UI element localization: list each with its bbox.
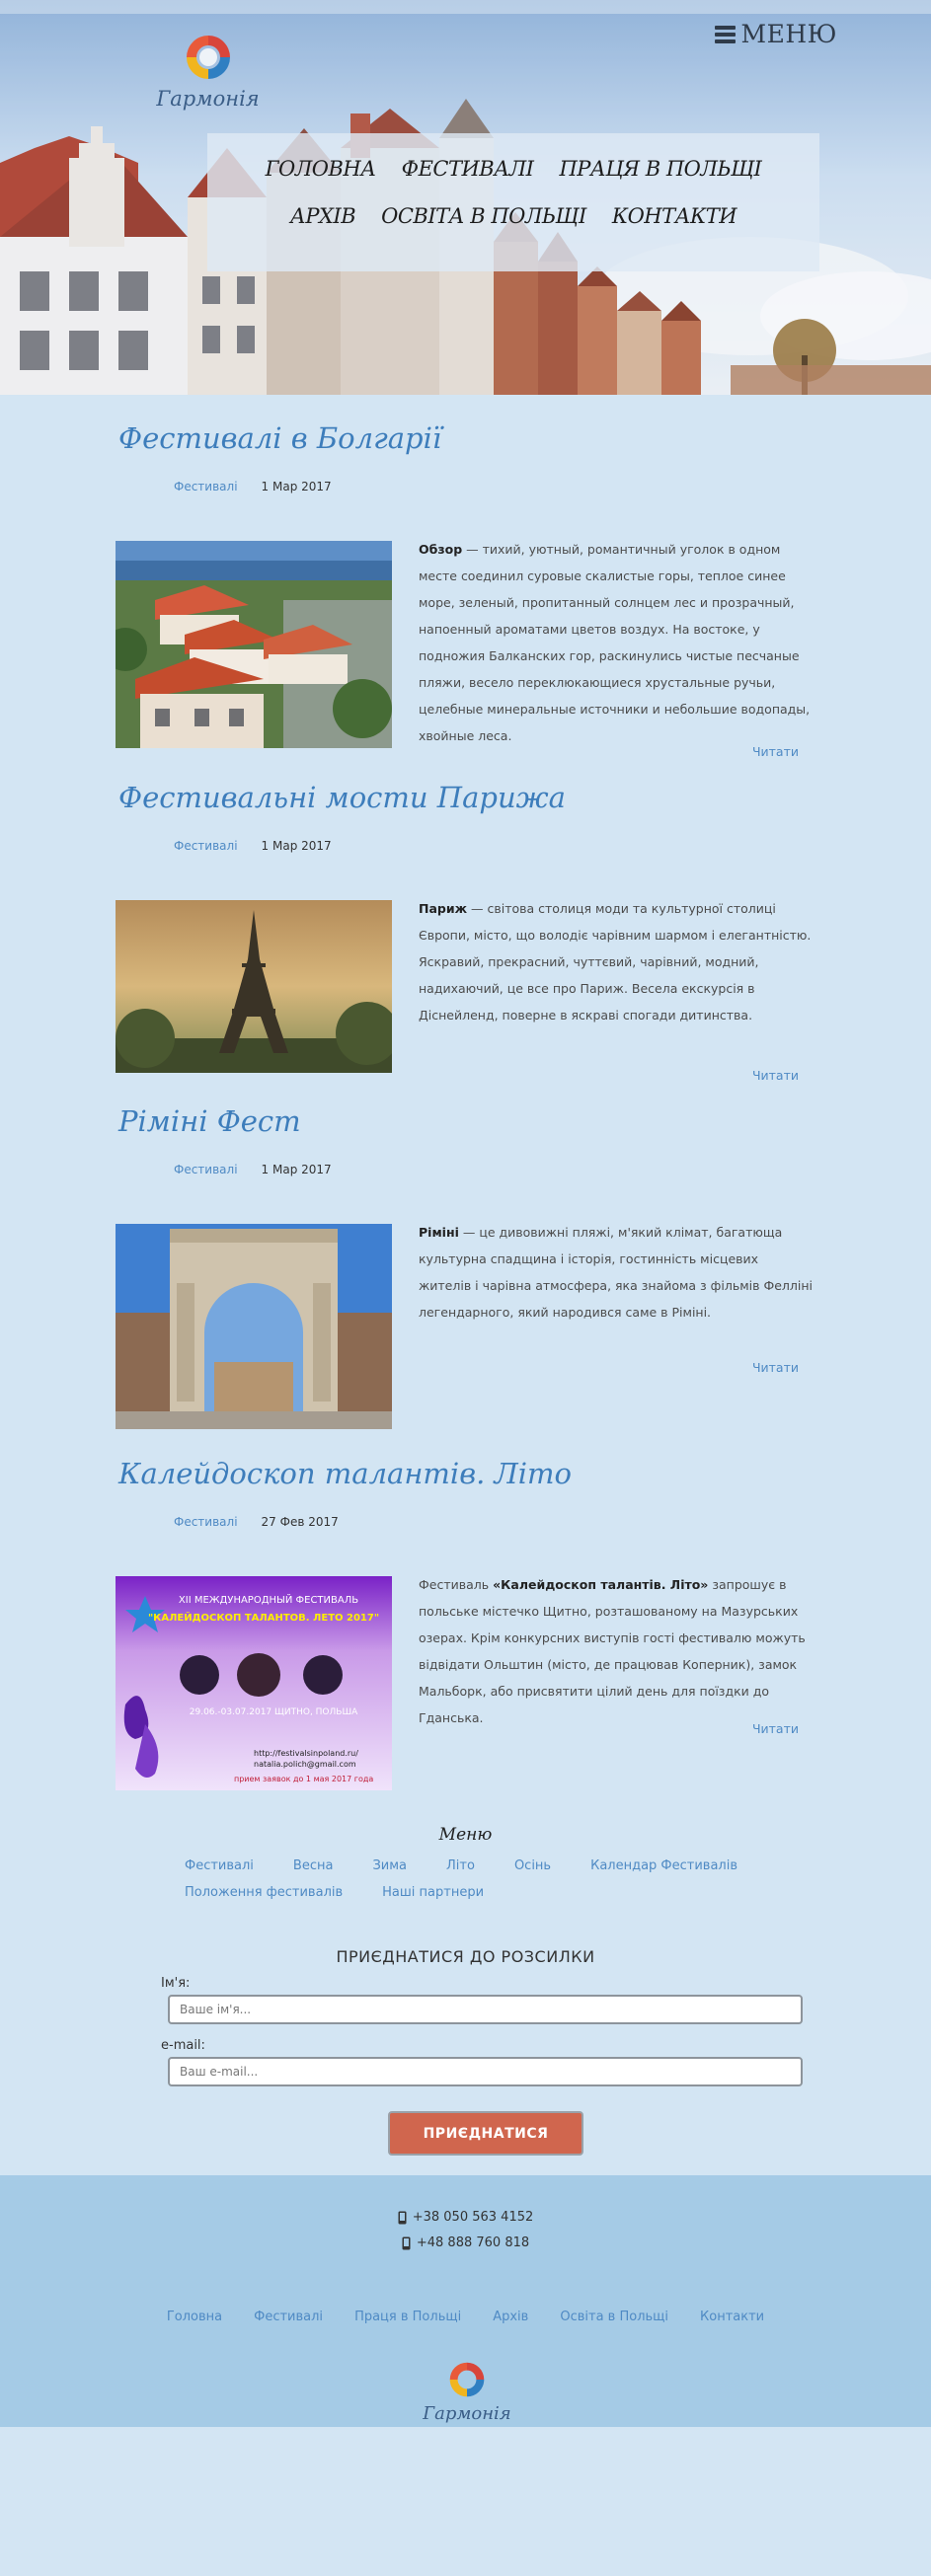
post-rimini: Ріміні Фест Фестивалі 1 Мар 2017 Ріміні … [0,1104,931,1429]
post-date: 27 Фев 2017 [261,1515,339,1529]
footer-logo[interactable]: Гармонія [413,2358,521,2424]
post-excerpt-lead: «Калейдоскоп талантів. Літо» [493,1577,709,1592]
post-body: Обзор — тихий, уютный, романтичный уголо… [116,541,931,749]
post-excerpt-text: — це дивовижні пляжі, м'який клімат, баг… [419,1225,813,1320]
post-date: 1 Мар 2017 [261,839,332,853]
logo-text: Гармонія [156,87,260,111]
post-title[interactable]: Ріміні Фест [118,1104,931,1138]
post-excerpt-text: запрошує в польське містечко Щитно, розт… [419,1577,806,1725]
footer-menu-item-autumn[interactable]: Осінь [514,1858,551,1873]
post-excerpt: Фестиваль «Калейдоскоп талантів. Літо» з… [419,1571,814,1790]
posts-list: Фестивалі в Болгарії Фестивалі 1 Мар 201… [0,421,931,1825]
post-title[interactable]: Калейдоскоп талантів. Літо [118,1457,931,1490]
mobile-phone-icon [398,2211,407,2225]
post-image-bulgaria[interactable] [116,541,392,748]
footer-menu-title: Меню [438,1825,493,1845]
post-excerpt-lead: Париж [419,901,468,916]
name-label: Ім'я: [161,1976,191,1991]
post-title[interactable]: Фестивальні мости Парижа [118,781,931,814]
site-logo[interactable]: Гармонія [141,30,274,123]
phone-row: +48 888 760 818 [0,2231,931,2256]
post-excerpt: Обзор — тихий, уютный, романтичный уголо… [419,536,814,749]
post-excerpt-prefix: Фестиваль [419,1577,494,1592]
footer-logo-text: Гармонія [423,2403,511,2424]
footer-menu-item-partners[interactable]: Наші партнери [382,1885,484,1900]
post-bulgaria: Фестивалі в Болгарії Фестивалі 1 Мар 201… [0,421,931,759]
post-paris: Фестивальні мости Парижа Фестивалі 1 Мар… [0,781,931,1083]
post-image-rimini[interactable] [116,1224,392,1429]
footer-menu-item-festivals[interactable]: Фестивалі [185,1858,254,1873]
post-excerpt: Париж — світова столиця моди та культурн… [419,895,814,1073]
footer-nav-archive[interactable]: Архів [493,2310,528,2324]
post-excerpt: Ріміні — це дивовижні пляжі, м'який клім… [419,1219,814,1429]
footer-nav-work-in-poland[interactable]: Праця в Польщі [354,2310,461,2324]
email-input[interactable] [168,2057,803,2086]
post-title[interactable]: Фестивалі в Болгарії [118,421,931,455]
name-input[interactable] [168,1995,803,2024]
post-image-paris[interactable] [116,900,392,1073]
post-category-link[interactable]: Фестивалі [174,1163,238,1176]
poster-line-2: "КАЛЕЙДОСКОП ТАЛАНТОВ. ЛЕТО 2017" [148,1611,379,1624]
nav-item-education-in-poland[interactable]: ОСВІТА В ПОЛЬЩІ [381,204,586,228]
post-category-link[interactable]: Фестивалі [174,480,238,493]
phone-number[interactable]: +38 050 563 4152 [413,2205,534,2231]
footer-menu-list: Фестивалі Весна Зима Літо Осінь Календар… [185,1858,876,1900]
post-body: XII МЕЖДУНАРОДНЫЙ ФЕСТИВАЛЬ "КАЛЕЙДОСКОП… [116,1576,931,1790]
poster-line-6: прием заявок до 1 мая 2017 года [234,1775,373,1783]
poster-line-5: natalia.polich@gmail.com [254,1760,356,1769]
footer-nav-contacts[interactable]: Контакти [700,2310,764,2324]
top-strip [0,0,931,14]
footer-contacts: +38 050 563 4152 +48 888 760 818 [0,2205,931,2256]
nav-item-contacts[interactable]: КОНТАКТИ [612,204,737,228]
menu-toggle-button[interactable]: МЕНЮ [714,20,837,48]
post-category-link[interactable]: Фестивалі [174,839,238,853]
post-kaleidoscope: Калейдоскоп талантів. Літо Фестивалі 27 … [0,1457,931,1790]
mobile-phone-icon [402,2236,411,2250]
logo-emblem-icon [186,36,230,79]
post-body: Ріміні — це дивовижні пляжі, м'який клім… [116,1224,931,1429]
subscribe-title: ПРИЄДНАТИСЯ ДО РОЗСИЛКИ [336,1947,595,1966]
site-header: МЕНЮ Гармонія ГОЛОВНА ФЕСТИВАЛІ ПРАЦЯ В … [0,0,931,395]
logo-emblem-icon [449,2362,485,2397]
footer-menu-item-spring[interactable]: Весна [293,1858,334,1873]
nav-item-festivals[interactable]: ФЕСТИВАЛІ [402,157,534,181]
email-label: e-mail: [161,2038,205,2053]
post-excerpt-lead: Ріміні [419,1225,459,1240]
hamburger-icon [714,23,736,46]
footer-menu-item-summer[interactable]: Літо [446,1858,475,1873]
phone-number[interactable]: +48 888 760 818 [417,2231,529,2256]
post-meta: Фестивалі 1 Мар 2017 [174,480,931,493]
footer-menu: Меню Фестивалі Весна Зима Літо Осінь Кал… [0,1825,931,1900]
site-footer: +38 050 563 4152 +48 888 760 818 Головна… [0,2175,931,2427]
post-meta: Фестивалі 27 Фев 2017 [174,1515,931,1529]
nav-item-home[interactable]: ГОЛОВНА [266,157,377,181]
post-body: Париж — світова столиця моди та культурн… [116,900,931,1073]
main-navigation: ГОЛОВНА ФЕСТИВАЛІ ПРАЦЯ В ПОЛЬЩІ АРХІВ О… [207,133,819,271]
subscribe-button[interactable]: ПРИЄДНАТИСЯ [388,2111,583,2156]
post-meta: Фестивалі 1 Мар 2017 [174,1163,931,1176]
phone-row: +38 050 563 4152 [0,2205,931,2231]
post-date: 1 Мар 2017 [261,480,332,493]
post-image-kaleidoscope-poster[interactable]: XII МЕЖДУНАРОДНЫЙ ФЕСТИВАЛЬ "КАЛЕЙДОСКОП… [116,1576,392,1790]
poster-line-4: http://festivalsinpoland.ru/ [254,1749,358,1758]
post-excerpt-lead: Обзор [419,542,463,557]
poster-line-1: XII МЕЖДУНАРОДНЫЙ ФЕСТИВАЛЬ [179,1593,358,1606]
footer-menu-item-calendar[interactable]: Календар Фестивалів [590,1858,737,1873]
footer-menu-item-winter[interactable]: Зима [372,1858,407,1873]
post-excerpt-text: — світова столиця моди та культурної сто… [419,901,812,1023]
footer-nav-education-in-poland[interactable]: Освіта в Польщі [560,2310,668,2324]
footer-menu-item-regulations[interactable]: Положення фестивалів [185,1885,343,1900]
post-meta: Фестивалі 1 Мар 2017 [174,839,931,853]
menu-toggle-label: МЕНЮ [740,20,837,48]
subscribe-form: ПРИЄДНАТИСЯ ДО РОЗСИЛКИ Ім'я: e-mail: ПР… [0,1947,931,2156]
post-category-link[interactable]: Фестивалі [174,1515,238,1529]
footer-navigation: Головна Фестивалі Праця в Польщі Архів О… [0,2310,931,2324]
post-date: 1 Мар 2017 [261,1163,332,1176]
footer-nav-festivals[interactable]: Фестивалі [254,2310,323,2324]
poster-line-3: 29.06.-03.07.2017 ЩИТНО, ПОЛЬША [190,1707,358,1717]
nav-item-archive[interactable]: АРХІВ [290,204,356,228]
nav-item-work-in-poland[interactable]: ПРАЦЯ В ПОЛЬЩІ [559,157,761,181]
post-excerpt-text: — тихий, уютный, романтичный уголок в од… [419,542,811,743]
footer-nav-home[interactable]: Головна [167,2310,222,2324]
